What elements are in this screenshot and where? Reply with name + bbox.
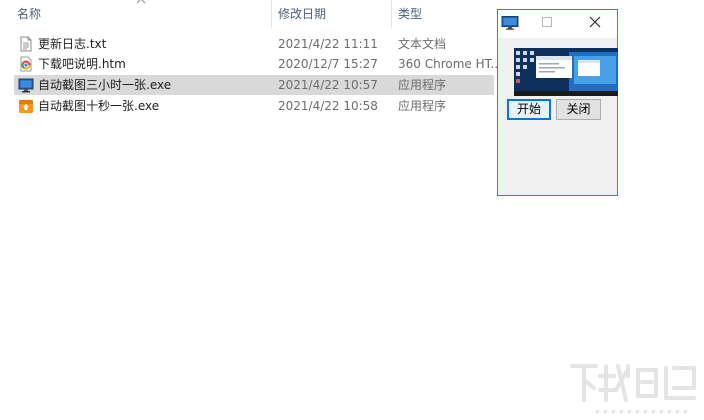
close-icon[interactable] <box>588 15 602 29</box>
maximize-icon[interactable] <box>542 17 552 27</box>
sort-ascending-icon <box>136 0 146 4</box>
monitor-app-icon <box>501 16 519 30</box>
file-name: 下载吧说明.htm <box>38 57 126 71</box>
column-type[interactable]: 类型 <box>398 0 422 28</box>
column-name[interactable]: 名称 <box>17 0 41 28</box>
text-file-icon <box>20 36 32 52</box>
file-date: 2020/12/7 15:27 <box>278 57 378 71</box>
file-type: 360 Chrome HT... <box>398 57 502 71</box>
watermark-logo <box>570 364 696 413</box>
file-name: 自动截图十秒一张.exe <box>38 99 160 113</box>
file-date: 2021/4/22 10:58 <box>278 99 378 113</box>
window-titlebar[interactable] <box>498 10 617 38</box>
monitor-app-icon <box>18 78 34 93</box>
file-type: 应用程序 <box>398 78 447 92</box>
start-button[interactable]: 开始 <box>507 99 551 120</box>
file-row[interactable]: 自动截图十秒一张.exe 2021/4/22 10:58 应用程序 <box>14 96 494 116</box>
column-separator[interactable] <box>271 0 272 28</box>
file-name: 自动截图三小时一张.exe <box>38 78 172 92</box>
file-row[interactable]: 下载吧说明.htm 2020/12/7 15:27 360 Chrome HT.… <box>14 54 502 74</box>
file-type: 文本文档 <box>398 37 447 51</box>
file-type: 应用程序 <box>398 99 447 113</box>
file-name: 更新日志.txt <box>38 37 107 51</box>
screenshot-preview <box>514 48 618 96</box>
chrome-html-icon <box>20 56 32 72</box>
close-button[interactable]: 关闭 <box>556 99 601 120</box>
file-date: 2021/4/22 10:57 <box>278 78 378 92</box>
app-window[interactable]: 开始 关闭 <box>497 9 618 196</box>
file-row-selected[interactable]: 自动截图三小时一张.exe 2021/4/22 10:57 应用程序 <box>14 75 494 95</box>
orange-app-icon <box>19 100 33 113</box>
column-separator[interactable] <box>391 0 392 28</box>
file-row[interactable]: 更新日志.txt 2021/4/22 11:11 文本文档 <box>14 34 494 54</box>
file-date: 2021/4/22 11:11 <box>278 37 378 51</box>
column-date[interactable]: 修改日期 <box>278 0 326 28</box>
